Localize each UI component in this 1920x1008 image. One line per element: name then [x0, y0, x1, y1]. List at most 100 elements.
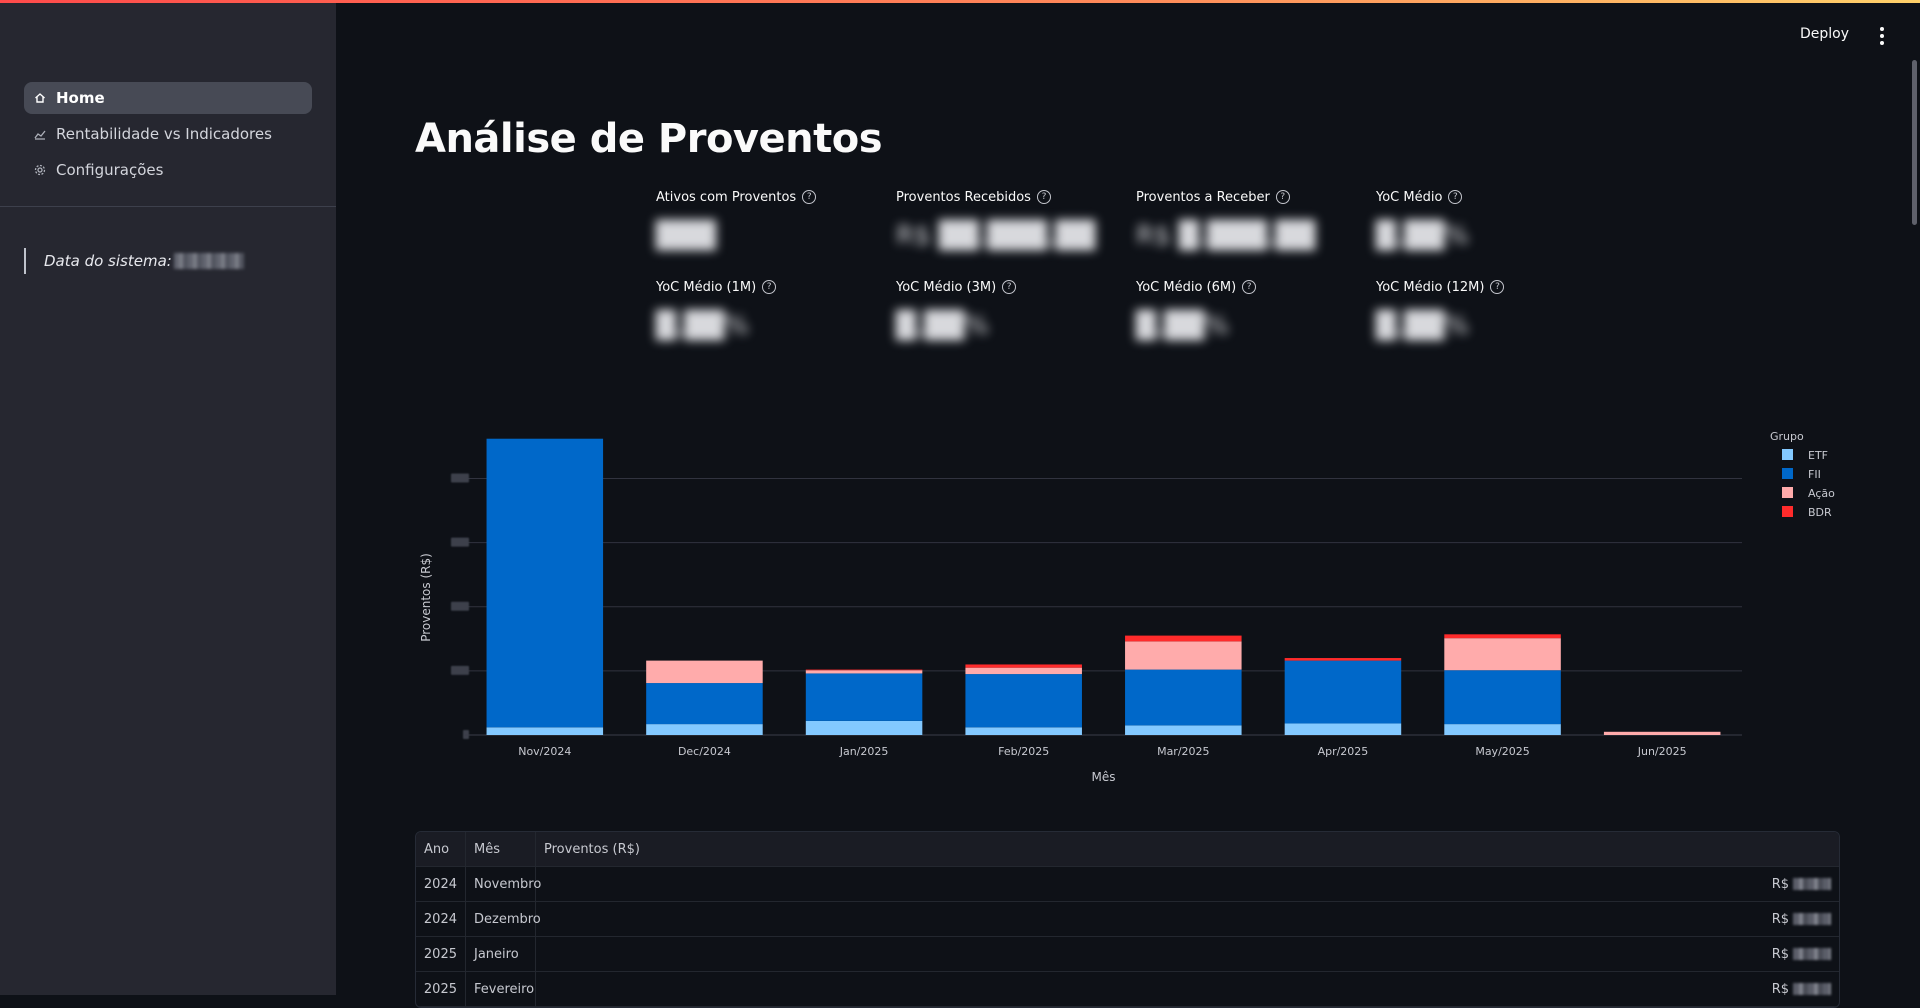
bar-segment — [805, 720, 923, 735]
help-icon[interactable]: ? — [1242, 280, 1257, 294]
bar-segment — [646, 683, 763, 725]
bar-segment — [1444, 634, 1561, 639]
redacted-value — [1793, 983, 1831, 995]
metric-value: █,██% — [1136, 311, 1229, 341]
metric-label: Proventos a Receber — [1136, 189, 1270, 205]
metric-yoc-medio-12m: YoC Médio (12M)? █,██% — [1376, 277, 1596, 341]
currency-label: R$ — [1771, 876, 1789, 892]
chart-icon — [34, 128, 46, 140]
column-header-proventos[interactable]: Proventos (R$) — [536, 832, 1839, 866]
metric-label: Proventos Recebidos — [896, 189, 1031, 205]
metric-value: █,██% — [1376, 311, 1469, 341]
help-icon[interactable]: ? — [802, 190, 817, 204]
sidebar-item-rentabilidade[interactable]: Rentabilidade vs Indicadores — [24, 118, 312, 150]
metric-yoc-medio-6m: YoC Médio (6M)? █,██% — [1136, 277, 1356, 341]
bar-segment — [1125, 669, 1242, 726]
bar-segment — [486, 438, 604, 728]
sidebar-nav: Home Rentabilidade vs Indicadores Config… — [24, 82, 312, 190]
table-row[interactable]: 2024 Dezembro R$ — [416, 902, 1839, 937]
cell-proventos: R$ — [536, 902, 1839, 936]
bar-segment — [1284, 658, 1402, 661]
metric-label: YoC Médio (12M) — [1376, 279, 1485, 295]
bar-segment — [805, 669, 923, 671]
sidebar-item-label: Configurações — [56, 161, 164, 179]
legend-entry: BDR — [1808, 506, 1832, 519]
x-tick-label: Dec/2024 — [678, 745, 731, 758]
bar-segment — [965, 674, 1082, 728]
help-icon[interactable]: ? — [762, 280, 777, 294]
cell-ano: 2025 — [416, 937, 466, 971]
x-axis-title: Mês — [1092, 770, 1116, 784]
deploy-button[interactable]: Deploy — [1800, 26, 1849, 42]
metric-value: R$ ██.███,██ — [896, 221, 1096, 251]
bar-segment — [965, 727, 1082, 735]
legend-swatch — [1782, 468, 1793, 479]
bar-segment — [1284, 660, 1402, 724]
metric-label: Ativos com Proventos — [656, 189, 797, 205]
currency-label: R$ — [1771, 911, 1789, 927]
sidebar-divider — [0, 206, 336, 207]
scrollbar[interactable] — [1912, 60, 1917, 225]
bar-segment — [646, 724, 763, 735]
y-tick-label-redacted — [451, 473, 469, 483]
cell-ano: 2024 — [416, 902, 466, 936]
cell-mes: Novembro — [466, 867, 541, 901]
y-tick-label-redacted — [451, 537, 469, 547]
x-tick-label: May/2025 — [1475, 745, 1529, 758]
bar-segment — [805, 670, 923, 674]
column-header-mes[interactable]: Mês — [466, 832, 536, 866]
table-row[interactable]: 2024 Novembro R$ — [416, 867, 1839, 902]
bar-segment — [805, 673, 923, 721]
sidebar-item-label: Rentabilidade vs Indicadores — [56, 125, 272, 143]
sidebar-item-home[interactable]: Home — [24, 82, 312, 114]
top-accent-bar — [0, 0, 1920, 3]
main-menu-icon[interactable] — [1874, 26, 1890, 46]
bar-segment — [1603, 731, 1721, 735]
cell-proventos: R$ — [536, 867, 1839, 901]
x-tick-label: Jan/2025 — [839, 745, 889, 758]
bar-segment — [1444, 670, 1561, 725]
currency-label: R$ — [1771, 946, 1789, 962]
home-icon — [34, 92, 46, 104]
bar-segment — [1125, 635, 1242, 642]
bar-segment — [1284, 723, 1402, 735]
cell-ano: 2025 — [416, 972, 466, 1006]
metric-proventos-recebidos: Proventos Recebidos? R$ ██.███,██ — [896, 187, 1116, 252]
help-icon[interactable]: ? — [1490, 280, 1505, 294]
proventos-bar-chart[interactable]: Nov/2024 Dec/2024 Jan/2025 Feb/2025 Mar/2025… — [415, 420, 1845, 800]
sidebar-item-configuracoes[interactable]: Configurações — [24, 154, 312, 186]
legend-swatch — [1782, 487, 1793, 498]
cell-mes: Dezembro — [466, 902, 541, 936]
help-icon[interactable]: ? — [1036, 190, 1051, 204]
cell-proventos: R$ — [536, 937, 1839, 971]
bar-segment — [1125, 725, 1242, 735]
help-icon[interactable]: ? — [1448, 190, 1463, 204]
x-tick-label: Jun/2025 — [1637, 745, 1687, 758]
x-tick-label: Mar/2025 — [1157, 745, 1209, 758]
system-date: Data do sistema: — [24, 248, 244, 274]
cell-mes: Janeiro — [466, 937, 536, 971]
system-date-label: Data do sistema: — [44, 252, 172, 270]
help-icon[interactable]: ? — [1275, 190, 1290, 204]
legend-swatch — [1782, 449, 1793, 460]
table-row[interactable]: 2025 Fevereiro R$ — [416, 972, 1839, 1007]
metric-value: ███ — [656, 221, 716, 251]
metric-label: YoC Médio (6M) — [1136, 279, 1237, 295]
metric-value: R$ █.███,██ — [1136, 221, 1316, 251]
table-row[interactable]: 2025 Janeiro R$ — [416, 937, 1839, 972]
help-icon[interactable]: ? — [1002, 280, 1017, 294]
metric-proventos-a-receber: Proventos a Receber? R$ █.███,██ — [1136, 187, 1356, 252]
cell-proventos: R$ — [536, 972, 1839, 1006]
metric-yoc-medio: YoC Médio? █,██% — [1376, 187, 1596, 252]
bar-segment — [965, 664, 1082, 668]
legend-entry: FII — [1808, 468, 1821, 481]
bar-segment — [1444, 724, 1561, 735]
metric-ativos-com-proventos: Ativos com Proventos? ███ — [656, 187, 876, 251]
redacted-value — [1793, 913, 1831, 925]
sidebar-item-label: Home — [56, 89, 105, 107]
column-header-ano[interactable]: Ano — [416, 832, 466, 866]
legend-swatch — [1782, 506, 1793, 517]
metric-yoc-medio-3m: YoC Médio (3M)? █,██% — [896, 277, 1116, 341]
table-header-row: Ano Mês Proventos (R$) — [416, 832, 1839, 867]
proventos-table[interactable]: Ano Mês Proventos (R$) 2024 Novembro R$ … — [415, 831, 1840, 1008]
